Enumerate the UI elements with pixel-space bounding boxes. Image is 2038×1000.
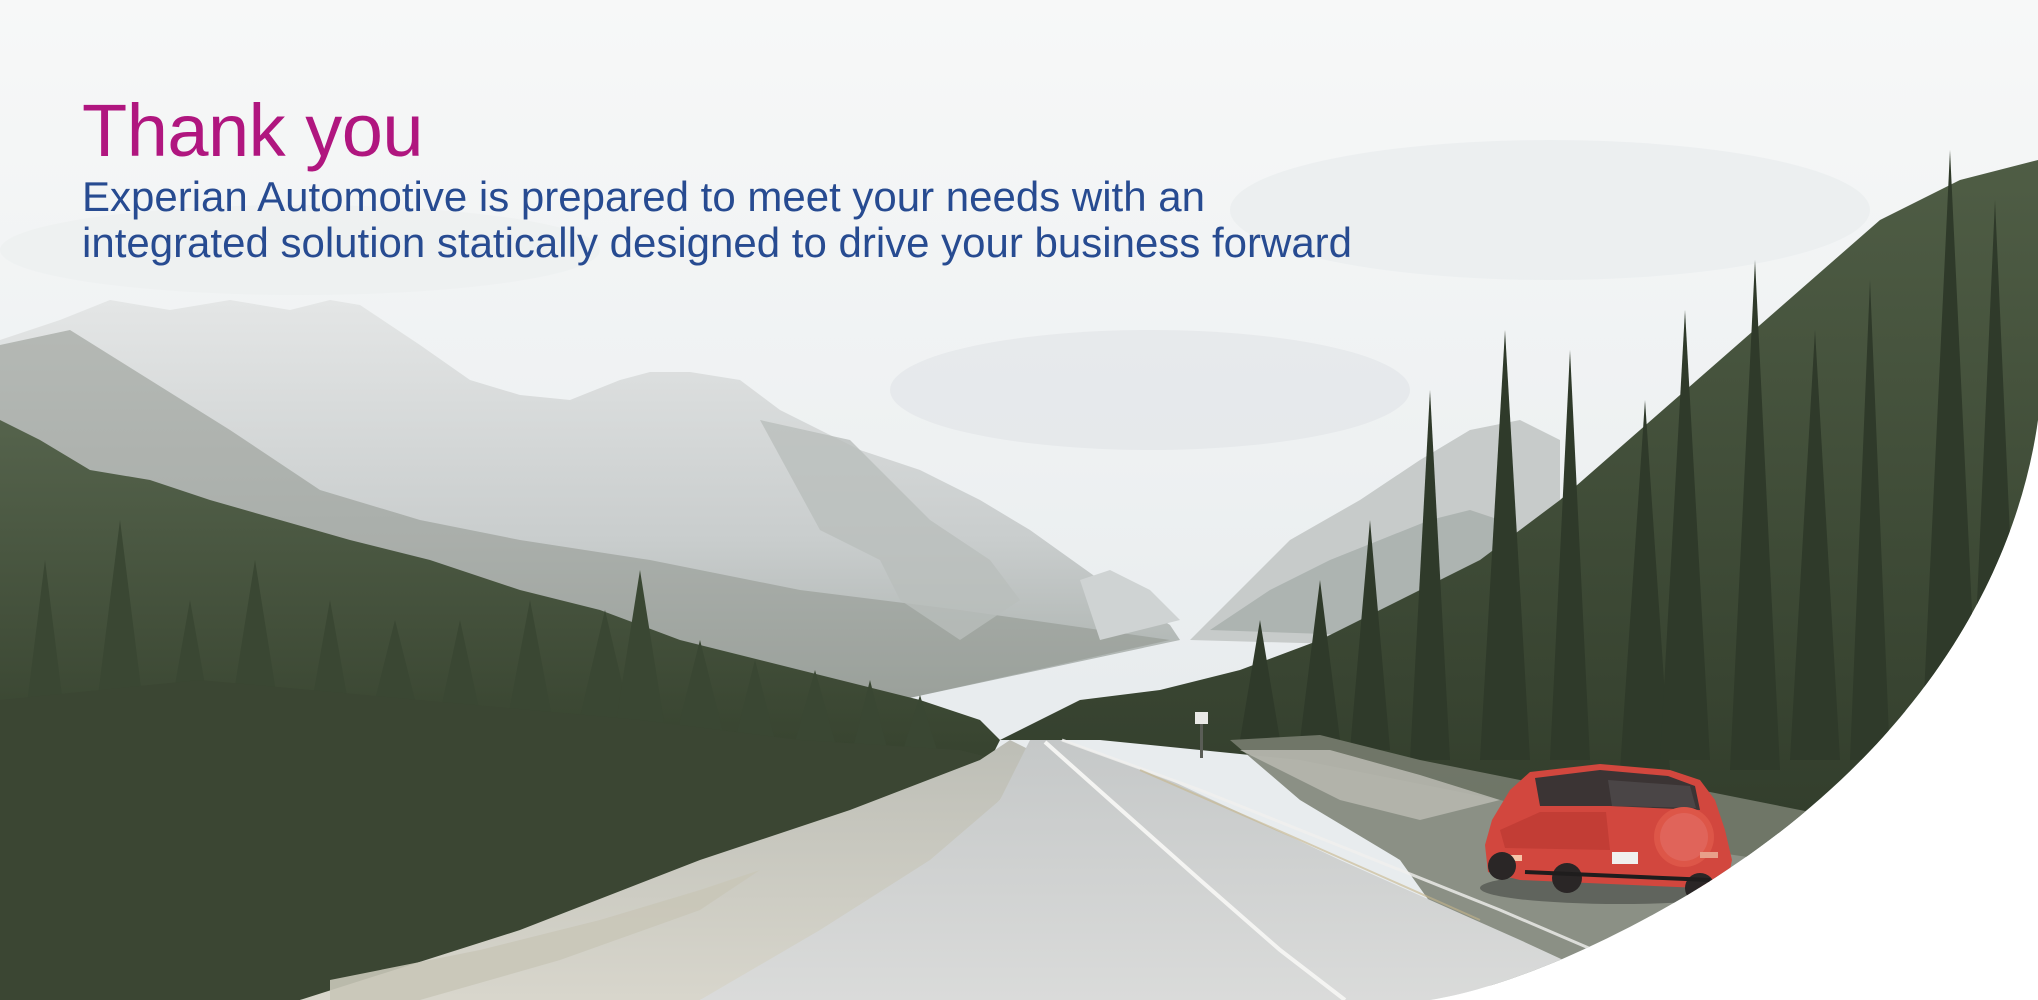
subtitle-line-1: Experian Automotive is prepared to meet … [82, 173, 1205, 220]
subtitle: Experian Automotive is prepared to meet … [82, 174, 1582, 266]
slide: Thank you Experian Automotive is prepare… [0, 0, 2038, 1000]
page-title: Thank you [82, 89, 424, 172]
subtitle-line-2: integrated solution statically designed … [82, 219, 1353, 266]
text-block: Thank you Experian Automotive is prepare… [82, 88, 1582, 266]
